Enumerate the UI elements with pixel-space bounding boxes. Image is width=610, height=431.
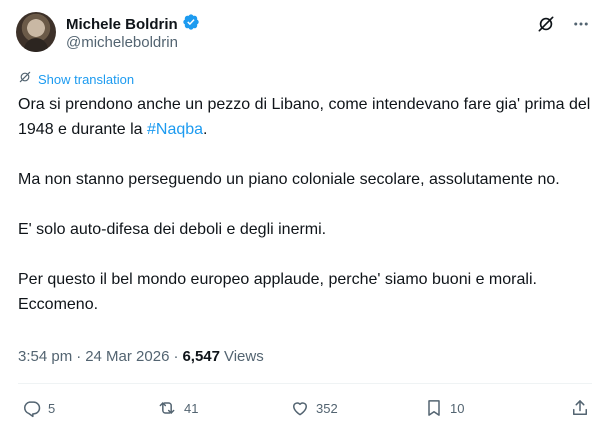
author-name[interactable]: Michele Boldrin — [66, 16, 178, 33]
tweet-card: Michele Boldrin @micheleboldrin Show tra… — [0, 0, 610, 431]
avatar[interactable] — [16, 12, 56, 52]
bookmark-button[interactable]: 10 — [424, 398, 464, 418]
meta-separator: · — [173, 348, 179, 365]
tweet-time[interactable]: 3:54 pm — [18, 348, 72, 365]
bookmark-count: 10 — [450, 400, 465, 416]
repost-count: 41 — [184, 400, 199, 416]
translate-icon — [18, 70, 32, 89]
show-translation-label[interactable]: Show translation — [38, 72, 134, 87]
like-count: 352 — [316, 400, 338, 416]
reply-button[interactable]: 5 — [22, 398, 55, 418]
author-name-row: Michele Boldrin — [66, 13, 200, 36]
tweet-paragraph-1-text: Ora si prendono anche un pezzo di Libano… — [18, 96, 591, 138]
heart-icon — [290, 398, 310, 418]
tweet-paragraph-2: Ma non stanno perseguendo un piano colon… — [18, 171, 560, 188]
repost-button[interactable]: 41 — [156, 398, 198, 418]
tweet-meta: 3:54 pm · 24 Mar 2026 · 6,547 Views — [18, 348, 264, 365]
tweet-paragraph-1: Ora si prendono anche un pezzo di Libano… — [18, 92, 593, 142]
tweet-actions: 5 41 352 10 — [22, 398, 590, 422]
repost-icon — [156, 398, 178, 418]
reply-icon — [22, 398, 42, 418]
verified-badge-icon — [182, 13, 200, 36]
hashtag-link[interactable]: #Naqba — [147, 121, 203, 138]
tweet-date[interactable]: 24 Mar 2026 — [85, 348, 169, 365]
more-icon[interactable] — [572, 15, 590, 33]
tweet-paragraph-1-end: . — [203, 121, 208, 138]
meta-separator: · — [76, 348, 82, 365]
tweet-text: Ora si prendono anche un pezzo di Libano… — [18, 92, 593, 342]
views-label: Views — [223, 348, 264, 365]
divider — [18, 383, 592, 384]
grok-icon[interactable] — [536, 14, 556, 34]
like-button[interactable]: 352 — [290, 398, 338, 418]
tweet-paragraph-4: Per questo il bel mondo europeo applaude… — [18, 271, 537, 313]
share-button[interactable] — [570, 398, 590, 418]
author-handle[interactable]: @micheleboldrin — [66, 34, 178, 51]
views-count: 6,547 — [182, 348, 220, 365]
reply-count: 5 — [48, 400, 56, 416]
top-actions — [536, 14, 590, 34]
share-icon — [570, 398, 590, 418]
show-translation-link[interactable]: Show translation — [18, 70, 134, 89]
tweet-paragraph-3: E' solo auto-difesa dei deboli e degli i… — [18, 221, 327, 238]
bookmark-icon — [424, 398, 444, 418]
